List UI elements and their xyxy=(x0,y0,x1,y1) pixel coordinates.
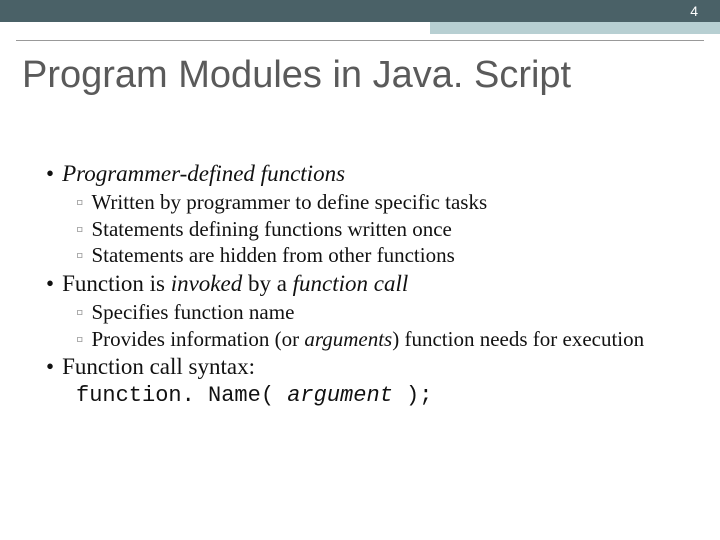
sub-bullet: ▫ Statements defining functions written o… xyxy=(76,217,680,243)
sub-bullet-text: Statements defining functions written on… xyxy=(91,217,451,241)
top-bar: 4 xyxy=(0,0,720,22)
bullet-2: • Function is invoked by a function call xyxy=(46,270,680,298)
code-line: function. Name( argument ); xyxy=(76,383,680,410)
horizontal-rule xyxy=(16,40,704,41)
sub-bullet-text: Statements are hidden from other functio… xyxy=(91,243,454,267)
code-b: argument xyxy=(287,383,393,408)
bullet-1-text: Programmer-defined functions xyxy=(62,161,345,186)
sub-bullet-text-b: arguments xyxy=(304,327,392,351)
bullet-2-text-b: invoked xyxy=(171,271,243,296)
square-bullet-icon: ▫ xyxy=(76,327,83,351)
square-bullet-icon: ▫ xyxy=(76,300,83,324)
bullet-2-text-a: Function is xyxy=(62,271,171,296)
sub-bullet-text: Specifies function name xyxy=(91,300,294,324)
sub-bullet: ▫ Statements are hidden from other functi… xyxy=(76,243,680,269)
bullet-1: • Programmer-defined functions xyxy=(46,160,680,188)
slide: 4 Program Modules in Java. Script • Progr… xyxy=(0,0,720,540)
accent-strip xyxy=(430,22,720,34)
sub-bullet: ▫ Provides information (or arguments) fun… xyxy=(76,327,680,353)
square-bullet-icon: ▫ xyxy=(76,190,83,214)
sub-bullet-text-c: ) function needs for execution xyxy=(392,327,644,351)
square-bullet-icon: ▫ xyxy=(76,243,83,267)
square-bullet-icon: ▫ xyxy=(76,217,83,241)
sub-bullet-text: Written by programmer to define specific… xyxy=(91,190,487,214)
content-area: • Programmer-defined functions ▫ Written b… xyxy=(46,160,680,410)
bullet-3-text: Function call syntax: xyxy=(62,354,255,379)
slide-title: Program Modules in Java. Script xyxy=(22,54,571,97)
bullet-dot-icon: • xyxy=(46,271,54,296)
sub-bullet: ▫ Specifies function name xyxy=(76,300,680,326)
code-c: ); xyxy=(393,383,433,408)
bullet-3: • Function call syntax: xyxy=(46,353,680,381)
code-a: function. Name( xyxy=(76,383,287,408)
bullet-2-text-d: function call xyxy=(293,271,409,296)
bullet-dot-icon: • xyxy=(46,161,54,186)
sub-bullet-text-a: Provides information (or xyxy=(91,327,304,351)
slide-number: 4 xyxy=(690,0,698,22)
bullet-2-text-c: by a xyxy=(242,271,292,296)
bullet-dot-icon: • xyxy=(46,354,54,379)
sub-bullet: ▫ Written by programmer to define specifi… xyxy=(76,190,680,216)
